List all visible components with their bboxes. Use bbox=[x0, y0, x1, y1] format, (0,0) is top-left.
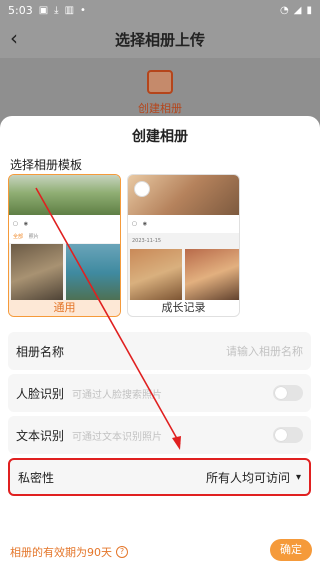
album-name-row: 相册名称 bbox=[8, 332, 311, 370]
status-bar: 5:03 ▣ ⤓ ▥ • ◔ ◢ ▮ bbox=[0, 0, 320, 20]
face-recognition-row: 人脸识别 可通过人脸搜索照片 bbox=[8, 374, 311, 412]
template-photo-doll-2 bbox=[185, 249, 239, 301]
download-icon: ⤓ bbox=[54, 4, 59, 16]
privacy-label: 私密性 bbox=[18, 470, 55, 485]
avatar bbox=[134, 181, 150, 197]
album-icon bbox=[147, 70, 173, 94]
wifi-icon: ◔ bbox=[280, 4, 289, 16]
validity-note: 相册的有效期为90天 ? bbox=[10, 544, 128, 560]
mini-camera-icon: ◉ bbox=[23, 221, 29, 227]
toggle-knob bbox=[275, 429, 287, 441]
text-recognition-row: 文本识别 可通过文本识别照片 bbox=[8, 416, 311, 454]
template-general[interactable]: ▢ ◉ 全部 照片 通用 bbox=[8, 174, 121, 317]
page-header: ‹ 选择相册上传 bbox=[0, 20, 320, 58]
text-recognition-toggle[interactable] bbox=[273, 427, 303, 443]
template-cover-photo bbox=[9, 175, 120, 215]
template-photo-lake bbox=[66, 244, 120, 302]
battery-icon: ▮ bbox=[306, 4, 312, 16]
mini-folder-icon: ▢ bbox=[132, 221, 137, 227]
mini-tab-photos: 照片 bbox=[28, 234, 39, 240]
text-recognition-hint: 可通过文本识别照片 bbox=[72, 431, 163, 443]
face-recognition-toggle[interactable] bbox=[273, 385, 303, 401]
album-name-input[interactable] bbox=[72, 344, 303, 358]
privacy-select[interactable]: 私密性 所有人均可访问 ▾ bbox=[8, 458, 311, 496]
privacy-value: 所有人均可访问 bbox=[205, 470, 290, 485]
more-dot-icon: • bbox=[80, 4, 86, 16]
status-time: 5:03 bbox=[8, 3, 33, 17]
validity-text: 相册的有效期为90天 bbox=[10, 546, 112, 559]
face-recognition-hint: 可通过人脸搜索照片 bbox=[72, 389, 163, 401]
create-album-label: 创建相册 bbox=[138, 102, 182, 115]
text-recognition-label: 文本识别 bbox=[16, 428, 65, 443]
template-photo-cabin bbox=[11, 244, 63, 302]
mini-folder-icon: ▢ bbox=[13, 221, 18, 227]
confirm-button[interactable]: 确定 bbox=[270, 539, 312, 561]
signal-icon: ◢ bbox=[293, 4, 302, 16]
help-icon[interactable]: ? bbox=[116, 546, 128, 558]
template-caption: 成长记录 bbox=[128, 300, 239, 316]
dev-icon: ▥ bbox=[64, 4, 75, 16]
mini-camera-icon: ◉ bbox=[142, 221, 148, 227]
toggle-knob bbox=[275, 387, 287, 399]
template-label: 选择相册模板 bbox=[10, 158, 83, 172]
template-growth-record[interactable]: ▢ ◉ 2023-11-15 成长记录 bbox=[127, 174, 240, 317]
album-name-label: 相册名称 bbox=[16, 344, 65, 359]
create-album-entry[interactable]: 创建相册 bbox=[0, 58, 320, 118]
page-title: 选择相册上传 bbox=[114, 30, 205, 49]
back-chevron-icon[interactable]: ‹ bbox=[10, 26, 18, 50]
gallery-icon: ▣ bbox=[38, 4, 49, 16]
template-date: 2023-11-15 bbox=[132, 238, 162, 244]
template-photo-doll-1 bbox=[130, 249, 182, 301]
create-album-sheet: 创建相册 选择相册模板 ▢ ◉ 全部 照片 通用 ▢ ◉ 2023-11-15 … bbox=[0, 116, 320, 568]
face-recognition-label: 人脸识别 bbox=[16, 386, 65, 401]
template-caption: 通用 bbox=[9, 300, 120, 316]
sheet-title: 创建相册 bbox=[132, 129, 188, 145]
mini-tab-all: 全部 bbox=[13, 234, 24, 240]
chevron-down-icon: ▾ bbox=[295, 471, 301, 483]
